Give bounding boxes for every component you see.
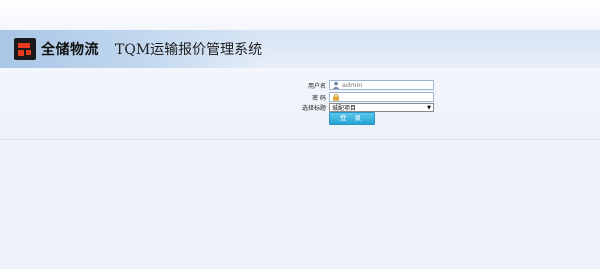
username-label: 用户名: [307, 82, 326, 90]
login-button[interactable]: 登 录: [329, 112, 375, 125]
project-select[interactable]: 城配项目 ▼: [329, 103, 434, 112]
password-row: 密 码: [297, 92, 434, 102]
username-field[interactable]: admin: [329, 80, 434, 90]
system-title: TQM运输报价管理系统: [115, 42, 263, 58]
top-band: [0, 0, 600, 30]
lock-icon: [333, 93, 339, 101]
password-field[interactable]: [329, 92, 434, 102]
username-value: admin: [342, 81, 363, 89]
username-row: 用户名 admin: [297, 80, 434, 90]
company-logo-icon: [14, 38, 36, 60]
company-name: 全储物流: [41, 42, 99, 58]
project-label: 选择标题: [301, 105, 326, 112]
user-icon: [332, 81, 340, 89]
login-page: 全储物流 TQM运输报价管理系统 用户名 admin 密 码 选择标题 城配项目…: [0, 0, 600, 269]
password-label: 密 码: [312, 94, 326, 102]
brand-bar: 全储物流 TQM运输报价管理系统: [0, 30, 268, 68]
project-row: 选择标题 城配项目 ▼: [297, 103, 434, 112]
chevron-down-icon: ▼: [427, 104, 431, 111]
project-selected-value: 城配项目: [332, 105, 357, 112]
